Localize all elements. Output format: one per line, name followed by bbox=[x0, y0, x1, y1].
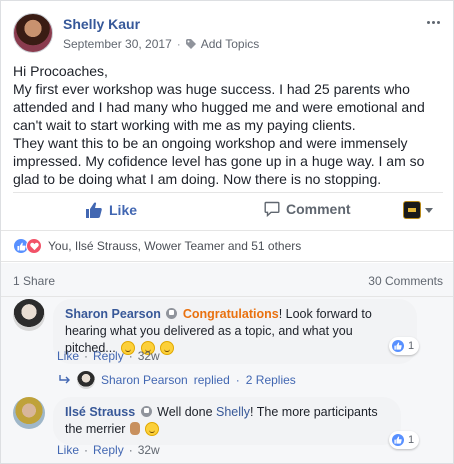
post-card: Shelly Kaur September 30, 2017 · Add Top… bbox=[0, 0, 454, 464]
post-meta: September 30, 2017 · Add Topics bbox=[63, 37, 259, 51]
more-options-icon[interactable] bbox=[427, 17, 443, 27]
replier-avatar bbox=[77, 371, 95, 389]
action-bar: Like Comment bbox=[13, 192, 443, 230]
replied-text: replied bbox=[193, 373, 230, 387]
commenter-name[interactable]: Sharon Pearson bbox=[65, 307, 161, 321]
replier-name: Sharon Pearson bbox=[101, 373, 188, 387]
post-date[interactable]: September 30, 2017 bbox=[63, 37, 172, 51]
love-reaction-icon bbox=[26, 238, 42, 254]
meta-separator: · bbox=[176, 37, 181, 51]
comment-count[interactable]: 30 Comments bbox=[368, 274, 443, 288]
page-thumbnail-icon bbox=[403, 201, 421, 219]
reply-arrow-icon bbox=[59, 375, 70, 384]
comment-time[interactable]: 32w bbox=[138, 443, 160, 457]
post-body: Hi Procoaches, My first ever workshop wa… bbox=[13, 62, 445, 188]
commenter-avatar[interactable] bbox=[13, 299, 45, 331]
share-as-page-selector[interactable] bbox=[403, 201, 433, 219]
action-separator: · bbox=[84, 443, 89, 457]
action-separator: · bbox=[128, 349, 133, 363]
comment-button[interactable]: Comment bbox=[264, 201, 351, 217]
comment-reaction-badge[interactable]: 1 bbox=[389, 337, 420, 355]
comment-label: Comment bbox=[286, 201, 351, 217]
share-count[interactable]: 1 Share bbox=[13, 274, 55, 288]
post-paragraph: They want this to be an ongoing workshop… bbox=[13, 135, 425, 187]
comment-actions: Like · Reply · 32w bbox=[57, 443, 160, 457]
like-button[interactable]: Like bbox=[85, 201, 137, 219]
author-name[interactable]: Shelly Kaur bbox=[63, 16, 140, 32]
commenter-avatar[interactable] bbox=[13, 397, 45, 429]
post-header: Shelly Kaur September 30, 2017 · Add Top… bbox=[13, 13, 443, 55]
comment-time[interactable]: 32w bbox=[138, 349, 160, 363]
reactions-summary[interactable]: You, Ilsé Strauss, Wower Teamer and 51 o… bbox=[1, 230, 453, 262]
comment-actions: Like · Reply · 32w bbox=[57, 349, 160, 363]
tag-icon bbox=[185, 39, 196, 49]
author-avatar[interactable] bbox=[13, 13, 53, 53]
comment-like-link[interactable]: Like bbox=[57, 443, 79, 457]
comment-like-count: 1 bbox=[408, 434, 415, 446]
admin-badge-icon bbox=[166, 308, 178, 319]
like-label: Like bbox=[109, 202, 138, 218]
highlighted-word: Congratulations bbox=[182, 307, 279, 321]
mention-link[interactable]: Shelly bbox=[216, 405, 250, 419]
comment-icon bbox=[264, 201, 280, 217]
add-topics-link[interactable]: Add Topics bbox=[201, 37, 259, 51]
thumbs-up-icon bbox=[86, 202, 102, 218]
smile-emoji-icon bbox=[145, 422, 160, 436]
comments-section: Sharon Pearson Congratulations! Look for… bbox=[1, 297, 453, 463]
action-separator: · bbox=[128, 443, 133, 457]
like-reaction-icon bbox=[391, 433, 405, 447]
post-paragraph: My first ever workshop was huge success.… bbox=[13, 81, 425, 133]
action-separator: · bbox=[84, 349, 89, 363]
like-reaction-icon bbox=[391, 339, 405, 353]
ok-hand-emoji-icon bbox=[129, 422, 140, 435]
view-replies-link[interactable]: Sharon Pearson replied · 2 Replies bbox=[59, 371, 296, 389]
comment-reply-link[interactable]: Reply bbox=[93, 349, 124, 363]
replies-separator: · bbox=[235, 373, 240, 387]
admin-badge-icon bbox=[140, 406, 152, 417]
replies-count: 2 Replies bbox=[245, 373, 296, 387]
comment-bubble: Ilsé Strauss Well done Shelly! The more … bbox=[53, 397, 401, 445]
comment-like-link[interactable]: Like bbox=[57, 349, 79, 363]
post-stats: 1 Share 30 Comments bbox=[1, 263, 453, 297]
chevron-down-icon bbox=[425, 207, 433, 213]
smile-emoji-icon bbox=[160, 341, 175, 355]
comment-reaction-badge[interactable]: 1 bbox=[389, 431, 420, 449]
reaction-names[interactable]: You, Ilsé Strauss, Wower Teamer and 51 o… bbox=[48, 239, 301, 253]
reaction-icons bbox=[13, 238, 42, 254]
post-paragraph: Hi Procoaches, bbox=[13, 63, 108, 79]
comment-like-count: 1 bbox=[408, 340, 415, 352]
commenter-name[interactable]: Ilsé Strauss bbox=[65, 405, 135, 419]
comment-text-before: Well done bbox=[157, 405, 216, 419]
comment-reply-link[interactable]: Reply bbox=[93, 443, 124, 457]
